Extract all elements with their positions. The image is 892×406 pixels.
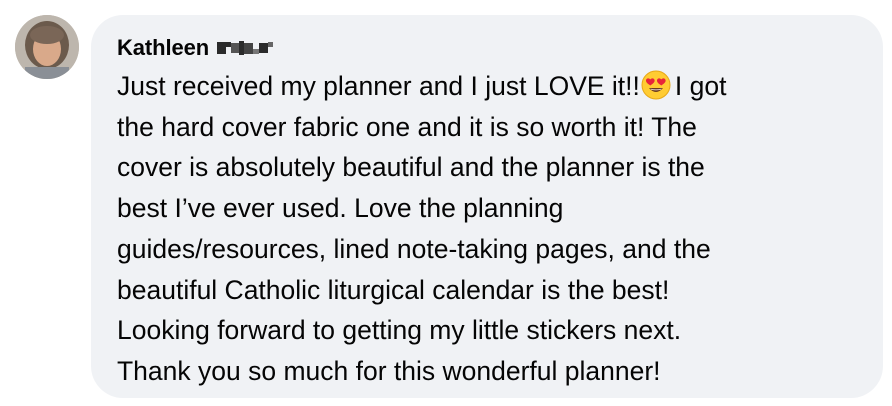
avatar-photo: [15, 15, 79, 79]
avatar[interactable]: [15, 15, 79, 79]
author-name[interactable]: Kathleen: [117, 35, 209, 61]
author-row: Kathleen: [117, 33, 859, 63]
comment-line: guides/resources, lined note-taking page…: [117, 233, 711, 264]
comment-text-segment: Just received my planner and I just LOVE…: [117, 71, 640, 101]
comment-line: beautiful Catholic liturgical calendar i…: [117, 274, 670, 305]
comment-line: the hard cover fabric one and it is so w…: [117, 111, 697, 142]
comment-line: cover is absolutely beautiful and the pl…: [117, 152, 705, 183]
comment-line: best I’ve ever used. Love the planning: [117, 193, 564, 224]
comment-text: Just received my planner and I just LOVE…: [117, 66, 837, 392]
comment: Kathleen Just received my planner and I …: [0, 0, 892, 406]
comment-line: Thank you so much for this wonderful pla…: [117, 355, 661, 386]
heart-eyes-emoji-icon: [641, 70, 671, 100]
comment-line: Looking forward to getting my little sti…: [117, 315, 682, 346]
comment-bubble: Kathleen Just received my planner and I …: [91, 15, 883, 398]
comment-text-segment: I got: [674, 71, 727, 101]
comment-line: Just received my planner and I just LOVE…: [117, 66, 837, 107]
redacted-surname: [217, 40, 274, 56]
